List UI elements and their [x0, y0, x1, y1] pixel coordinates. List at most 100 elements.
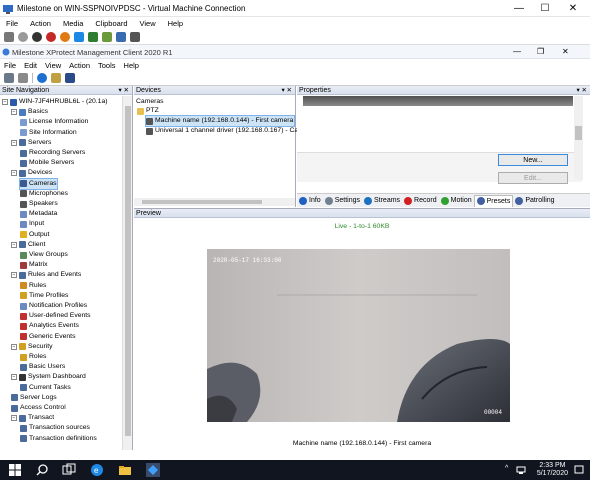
nav-item-client[interactable]: − Client	[11, 240, 45, 250]
file-explorer-icon[interactable]	[118, 463, 132, 477]
nav-item-view-groups[interactable]: View Groups	[20, 250, 68, 260]
nav-item-analytics-events[interactable]: Analytics Events	[20, 321, 79, 331]
nav-item-servers[interactable]: − Servers	[11, 138, 51, 148]
network-icon[interactable]	[516, 465, 526, 475]
devices-group-ptz[interactable]: PTZ	[137, 106, 159, 116]
edge-icon[interactable]: e	[90, 463, 104, 477]
nav-item-user-defined-events[interactable]: User-defined Events	[20, 311, 91, 321]
app-restore-button[interactable]: ❐	[537, 47, 544, 56]
expand-toggle-icon[interactable]: −	[11, 139, 17, 146]
nav-item-recording-servers[interactable]: Recording Servers	[20, 148, 85, 158]
power-icon[interactable]	[60, 31, 70, 42]
nav-item-roles[interactable]: Roles	[20, 352, 46, 362]
nav-item-metadata[interactable]: Metadata	[20, 209, 57, 219]
maximize-button[interactable]: ☐	[532, 2, 558, 15]
nav-item-speakers[interactable]: Speakers	[20, 199, 58, 209]
vm-menu-action[interactable]: Action	[24, 19, 57, 28]
refresh-icon[interactable]	[18, 73, 28, 83]
task-view-icon[interactable]	[62, 463, 76, 477]
shutdown-icon[interactable]	[46, 31, 56, 42]
revert-icon[interactable]	[116, 31, 126, 42]
users-icon[interactable]	[65, 73, 75, 83]
search-taskbar-icon[interactable]	[35, 463, 49, 477]
device-item-universal-driver[interactable]: Universal 1 channel driver (192.168.0.16…	[146, 126, 298, 136]
nav-item-devices[interactable]: − Devices	[11, 168, 52, 178]
nav-item-input[interactable]: Input	[20, 219, 44, 229]
app-close-button[interactable]: ✕	[562, 47, 569, 56]
menu-view[interactable]: View	[41, 61, 65, 70]
properties-scrollbar[interactable]	[574, 96, 583, 180]
nav-item-cameras[interactable]: Cameras	[19, 177, 58, 190]
nav-item-basics[interactable]: − Basics	[11, 107, 48, 117]
checkpoint-icon[interactable]	[102, 31, 112, 42]
expand-toggle-icon[interactable]: −	[11, 374, 17, 381]
nav-item-access-control[interactable]: Access Control	[11, 403, 66, 413]
tray-chevron-icon[interactable]: ^	[505, 465, 508, 472]
vm-menu-media[interactable]: Media	[57, 19, 89, 28]
close-button[interactable]: ✕	[560, 2, 586, 15]
nav-item-transaction-definitions[interactable]: Transaction definitions	[20, 434, 97, 444]
nav-item-rules-and-events[interactable]: − Rules and Events	[11, 270, 81, 280]
nav-item-output[interactable]: Output	[20, 230, 49, 240]
save-icon[interactable]	[4, 73, 14, 83]
devices-scroll-thumb[interactable]	[142, 200, 262, 204]
nav-item-rules[interactable]: Rules	[20, 281, 46, 291]
app-minimize-button[interactable]: —	[513, 47, 521, 56]
properties-scroll-thumb[interactable]	[575, 126, 582, 140]
search-icon[interactable]	[51, 73, 61, 83]
nav-item-matrix[interactable]: Matrix	[20, 260, 48, 270]
minimize-button[interactable]: —	[506, 2, 532, 15]
nav-item-generic-events[interactable]: Generic Events	[20, 332, 75, 342]
menu-tools[interactable]: Tools	[94, 61, 120, 70]
nav-item-mobile-servers[interactable]: Mobile Servers	[20, 158, 74, 168]
expand-toggle-icon[interactable]: −	[11, 170, 17, 177]
xprotect-taskbar-icon[interactable]	[146, 463, 160, 477]
start-icon[interactable]	[18, 31, 28, 42]
expand-toggle-icon[interactable]: −	[2, 99, 8, 105]
expand-toggle-icon[interactable]: −	[11, 272, 17, 279]
vm-menu-clipboard[interactable]: Clipboard	[89, 19, 133, 28]
taskbar-clock[interactable]: 2:33 PM 5/17/2020	[537, 462, 568, 478]
nav-item-microphones[interactable]: Microphones	[20, 189, 68, 199]
nav-item-basic-users[interactable]: Basic Users	[20, 362, 65, 372]
edit-preset-button[interactable]: Edit...	[498, 172, 568, 184]
pause-icon[interactable]	[74, 31, 84, 42]
tab-streams[interactable]: Streams	[362, 195, 402, 207]
tab-record[interactable]: Record	[402, 195, 439, 207]
properties-pin-icon[interactable]: ▾ ✕	[576, 86, 587, 95]
vm-menu-view[interactable]: View	[134, 19, 162, 28]
tab-info[interactable]: Info	[297, 195, 323, 207]
devices-pin-icon[interactable]: ▾ ✕	[281, 86, 292, 95]
expand-toggle-icon[interactable]: −	[11, 109, 17, 116]
nav-item-time-profiles[interactable]: Time Profiles	[20, 291, 68, 301]
nav-item-server-logs[interactable]: Server Logs	[11, 393, 57, 403]
nav-item-win-7jf4hrubl6l-20-1a[interactable]: − WIN-7JF4HRUBL6L - (20.1a)	[2, 97, 108, 107]
enhanced-session-icon[interactable]	[130, 31, 140, 42]
ctrl-alt-del-icon[interactable]	[4, 31, 14, 42]
menu-edit[interactable]: Edit	[20, 61, 41, 70]
nav-item-site-information[interactable]: Site Information	[20, 128, 77, 138]
windows-start-icon[interactable]	[8, 463, 22, 477]
nav-scrollbar[interactable]	[122, 96, 132, 450]
turn-off-icon[interactable]	[32, 31, 42, 42]
tab-presets[interactable]: Presets	[473, 194, 514, 207]
menu-help[interactable]: Help	[120, 61, 143, 70]
vm-menu-file[interactable]: File	[0, 19, 24, 28]
expand-toggle-icon[interactable]: −	[11, 241, 17, 248]
tab-patrolling[interactable]: Patrolling	[513, 195, 556, 207]
menu-action[interactable]: Action	[65, 61, 94, 70]
nav-item-notification-profiles[interactable]: Notification Profiles	[20, 301, 87, 311]
nav-item-license-information[interactable]: License Information	[20, 117, 88, 127]
tab-motion[interactable]: Motion	[439, 195, 474, 207]
nav-item-transaction-sources[interactable]: Transaction sources	[20, 423, 90, 433]
expand-toggle-icon[interactable]: −	[11, 343, 17, 350]
nav-item-current-tasks[interactable]: Current Tasks	[20, 383, 71, 393]
nav-item-security[interactable]: − Security	[11, 342, 53, 352]
nav-item-system-dashboard[interactable]: − System Dashboard	[11, 372, 86, 382]
reset-icon[interactable]	[88, 31, 98, 42]
panel-pin-icon[interactable]: ▾ ✕	[118, 86, 129, 95]
expand-toggle-icon[interactable]: −	[11, 415, 17, 422]
vm-menu-help[interactable]: Help	[162, 19, 189, 28]
device-item-first-camera[interactable]: Machine name (192.168.0.144) - First cam…	[145, 115, 295, 127]
nav-scroll-thumb[interactable]	[125, 106, 131, 436]
